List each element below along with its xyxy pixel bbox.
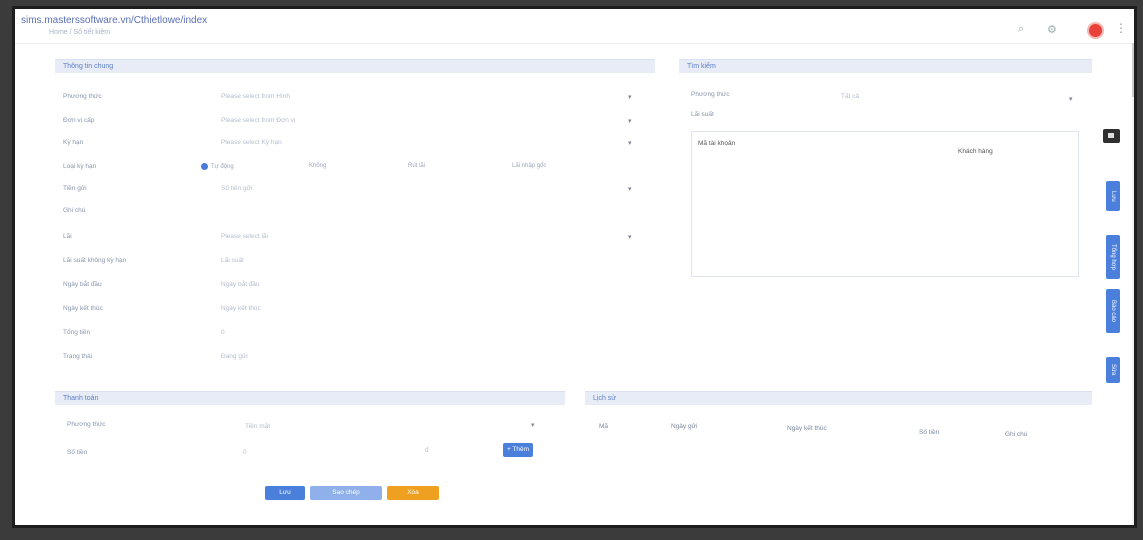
- filter-type-select[interactable]: Tất cả: [841, 93, 859, 100]
- field-label: Trạng thái: [63, 353, 93, 360]
- column-header[interactable]: Số tiền: [919, 429, 939, 436]
- copy-button[interactable]: Sao chép: [310, 486, 382, 500]
- radio-option[interactable]: Không: [309, 163, 326, 169]
- rate-input[interactable]: Lãi suất: [221, 257, 244, 264]
- side-button-label: Sửa: [1110, 364, 1116, 376]
- side-button-label: Lưu: [1110, 190, 1116, 202]
- deposit-input[interactable]: Số tiền gửi: [221, 185, 252, 192]
- amount-input[interactable]: 0: [243, 449, 247, 456]
- side-button-summary[interactable]: Tổng hợp: [1106, 235, 1120, 279]
- panel-header-history[interactable]: Lịch sử: [585, 391, 1092, 405]
- side-button-label: Tổng hợp: [1110, 244, 1116, 270]
- chevron-down-icon[interactable]: ▾: [1069, 95, 1073, 103]
- delete-label: Xóa: [407, 489, 419, 496]
- radio-option[interactable]: Tự động: [201, 163, 234, 170]
- save-label: Lưu: [279, 489, 291, 496]
- status-value: Đang gửi: [221, 353, 248, 360]
- panel-title: Thanh toán: [63, 395, 99, 402]
- add-label: + Thêm: [506, 446, 530, 453]
- field-label: Phương thức: [67, 421, 106, 428]
- field-label: Tiền gửi: [63, 185, 87, 192]
- radio-label: Lãi nhập gốc: [512, 163, 547, 169]
- end-date-input[interactable]: Ngày kết thúc: [221, 305, 261, 312]
- side-button-edit[interactable]: Sửa: [1106, 357, 1120, 383]
- field-label: Đơn vị cấp: [63, 117, 95, 124]
- field-label: Lãi: [63, 233, 72, 240]
- unit-select[interactable]: Please select from Đơn vị: [221, 117, 295, 124]
- radio-label: Rút lãi: [408, 163, 426, 169]
- panel-header-filter[interactable]: Tìm kiếm: [679, 59, 1092, 73]
- field-label: Ghi chú: [63, 207, 86, 214]
- radio-label: Tự động: [211, 164, 234, 171]
- interest-select[interactable]: Please select lãi: [221, 233, 268, 240]
- field-label: Kỳ hạn: [63, 139, 84, 146]
- field-label: Ngày bắt đầu: [63, 281, 102, 288]
- radio-dot: [201, 163, 208, 170]
- app-window: sims.masterssoftware.vn/Cthietlowe/index…: [12, 6, 1137, 528]
- panel-title: Lịch sử: [593, 395, 616, 402]
- radio-option[interactable]: Lãi nhập gốc: [512, 163, 546, 169]
- method-select[interactable]: Please select from Hình: [221, 93, 290, 100]
- delete-button[interactable]: Xóa: [387, 486, 439, 500]
- payment-method-select[interactable]: Tiền mặt: [245, 423, 270, 430]
- browser-topbar: sims.masterssoftware.vn/Cthietlowe/index…: [15, 9, 1134, 44]
- column-header[interactable]: Mã: [599, 423, 608, 430]
- add-button[interactable]: + Thêm: [503, 443, 533, 457]
- chat-button[interactable]: [1103, 129, 1120, 143]
- panel-header-payment[interactable]: Thanh toán: [55, 391, 565, 405]
- search-icon[interactable]: ⌕: [1018, 23, 1024, 36]
- field-label: Tổng tiền: [63, 329, 91, 336]
- chevron-down-icon[interactable]: ▾: [628, 185, 632, 193]
- column-header[interactable]: Ghi chú: [1005, 431, 1027, 438]
- column-header[interactable]: Ngày kết thúc: [787, 425, 827, 432]
- field-label: Lãi suất không kỳ hạn: [63, 257, 127, 264]
- term-select[interactable]: Please select Kỳ hạn: [221, 139, 282, 146]
- page-url[interactable]: sims.masterssoftware.vn/Cthietlowe/index: [21, 15, 207, 26]
- breadcrumb[interactable]: Home / Sổ tiết kiệm: [49, 29, 110, 36]
- chevron-down-icon[interactable]: ▾: [531, 421, 535, 429]
- chevron-down-icon[interactable]: ▾: [628, 117, 632, 125]
- copy-label: Sao chép: [332, 489, 360, 496]
- scrollbar[interactable]: [1132, 43, 1134, 525]
- filter-result-list[interactable]: Mã tài khoản Khách hàng: [691, 131, 1079, 277]
- field-label: Phương thức: [63, 93, 102, 100]
- column-header[interactable]: Mã tài khoản: [698, 140, 735, 147]
- total-input[interactable]: 0: [221, 329, 225, 336]
- start-date-input[interactable]: Ngày bắt đầu: [221, 281, 260, 288]
- field-label: Loại kỳ hạn: [63, 163, 97, 170]
- chevron-down-icon[interactable]: ▾: [628, 139, 632, 147]
- side-button-report[interactable]: Báo cáo: [1106, 289, 1120, 333]
- scrollbar-thumb[interactable]: [1132, 43, 1134, 97]
- chevron-down-icon[interactable]: ▾: [628, 93, 632, 101]
- side-button-label: Báo cáo: [1110, 299, 1116, 323]
- save-button[interactable]: Lưu: [265, 486, 305, 500]
- gear-icon[interactable]: ⚙: [1047, 23, 1057, 36]
- field-label: Phương thức: [691, 91, 730, 98]
- chevron-down-icon[interactable]: ▾: [628, 233, 632, 241]
- radio-label: Không: [309, 163, 327, 169]
- panel-title: Tìm kiếm: [687, 63, 716, 70]
- more-vertical-icon[interactable]: ⋮: [1115, 21, 1127, 35]
- panel-title: Thông tin chung: [63, 63, 114, 70]
- field-label: Lãi suất: [691, 111, 714, 118]
- avatar[interactable]: [1087, 22, 1104, 39]
- column-header[interactable]: Khách hàng: [958, 148, 993, 155]
- side-button-save[interactable]: Lưu: [1106, 181, 1120, 211]
- column-header[interactable]: Ngày gửi: [671, 423, 697, 430]
- currency-unit: đ: [425, 447, 429, 454]
- radio-option[interactable]: Rút lãi: [408, 163, 425, 169]
- field-label: Ngày kết thúc: [63, 305, 103, 312]
- field-label: Số tiền: [67, 449, 88, 456]
- panel-header-info[interactable]: Thông tin chung: [55, 59, 655, 73]
